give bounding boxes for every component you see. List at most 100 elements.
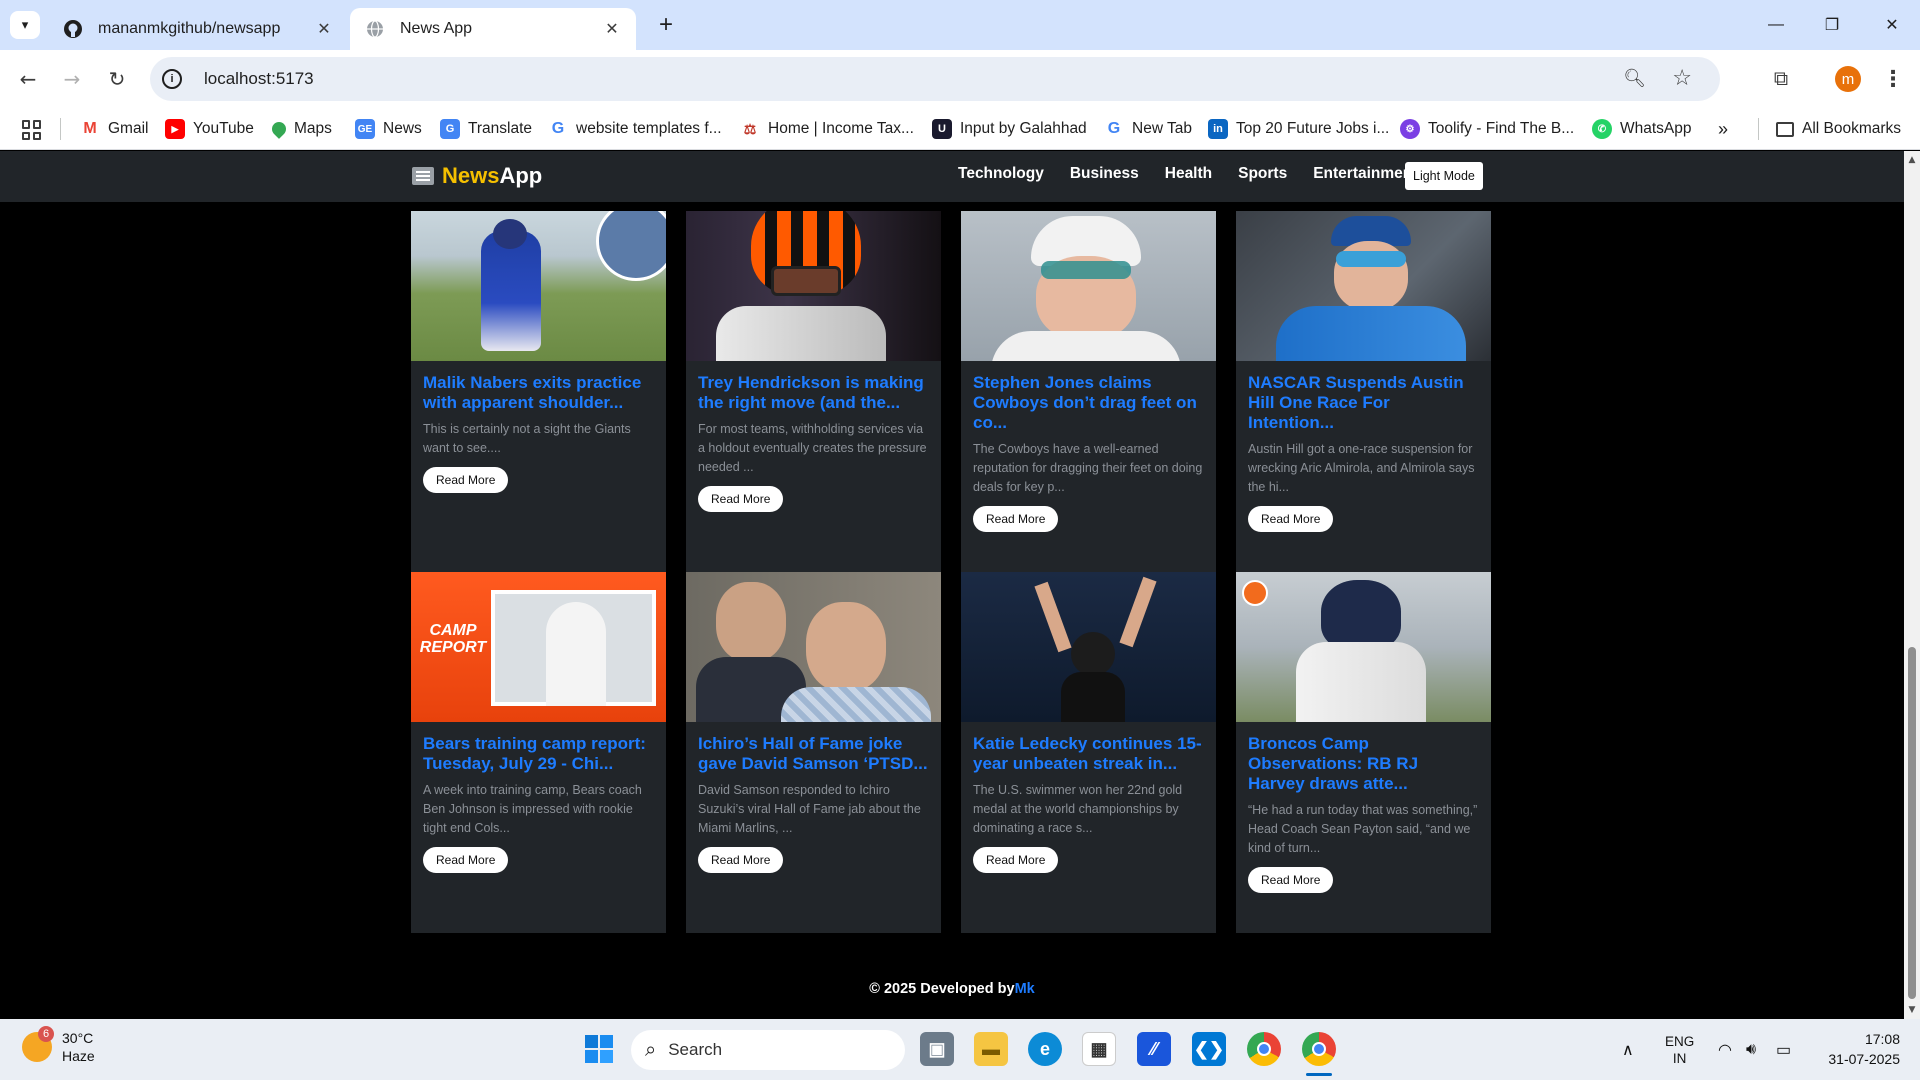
bookmark-news[interactable]: GE News <box>355 116 422 142</box>
divider <box>1758 118 1759 140</box>
nav-sports[interactable]: Sports <box>1238 165 1287 183</box>
more-menu-icon[interactable]: ⋮ <box>1880 64 1906 94</box>
article-image <box>961 211 1216 361</box>
apps-grid-icon[interactable] <box>22 120 42 140</box>
file-explorer-icon[interactable]: ▬ <box>974 1032 1008 1066</box>
article-title[interactable]: Ichiro’s Hall of Fame joke gave David Sa… <box>698 734 929 774</box>
bookmark-website-templates[interactable]: Gwebsite templates f... <box>548 116 722 142</box>
news-card: Ichiro’s Hall of Fame joke gave David Sa… <box>686 572 941 933</box>
more-bookmarks-chevron-icon[interactable]: » <box>1718 116 1728 142</box>
bookmark-label: Input by Galahhad <box>960 120 1087 137</box>
scrollbar-thumb[interactable] <box>1908 647 1916 999</box>
app-launcher-icon[interactable]: ⁄⁄ <box>1137 1032 1171 1066</box>
camp-report-graphic: CAMP REPORT <box>419 622 487 656</box>
bookmark-maps[interactable]: Maps <box>269 116 332 142</box>
article-title[interactable]: Bears training camp report: Tuesday, Jul… <box>423 734 654 774</box>
zoom-icon[interactable]: 🔍︎ <box>1623 68 1646 89</box>
news-card: NASCAR Suspends Austin Hill One Race For… <box>1236 211 1491 572</box>
footer-author-link[interactable]: Mk <box>1015 981 1035 997</box>
tab-news-app[interactable]: News App ✕ <box>350 8 636 50</box>
system-clock[interactable]: 17:08 31-07-2025 <box>1816 1029 1900 1069</box>
profile-avatar[interactable]: m <box>1835 66 1861 92</box>
close-window-icon[interactable]: ✕ <box>1864 0 1920 50</box>
bookmark-youtube[interactable]: ▶ YouTube <box>165 116 254 142</box>
url-text[interactable]: localhost:5173 <box>204 69 314 89</box>
page-viewport: News App Technology Business Health Sport… <box>0 151 1904 1019</box>
minimize-icon[interactable]: — <box>1748 0 1804 50</box>
language-line-2: IN <box>1672 1050 1687 1066</box>
scroll-up-icon[interactable]: ▲ <box>1907 155 1917 165</box>
chrome-profile-icon[interactable] <box>1302 1032 1336 1066</box>
bookmark-future-jobs[interactable]: in Top 20 Future Jobs i... <box>1208 116 1389 142</box>
read-more-button[interactable]: Read More <box>1248 867 1334 893</box>
tab-search-button[interactable]: ▾ <box>10 11 40 39</box>
bookmark-label: Maps <box>294 120 332 137</box>
article-description: This is certainly not a sight the Giants… <box>423 422 631 455</box>
bookmark-translate[interactable]: G Translate <box>440 116 532 142</box>
edge-icon[interactable]: e <box>1028 1032 1062 1066</box>
read-more-button[interactable]: Read More <box>973 506 1059 532</box>
article-description: A week into training camp, Bears coach B… <box>423 783 642 835</box>
bookmark-income-tax[interactable]: ⚖ Home | Income Tax... <box>740 116 914 142</box>
microsoft-store-icon[interactable]: ▦ <box>1082 1032 1116 1066</box>
page-scrollbar[interactable]: ▲ ▼ <box>1904 151 1920 1019</box>
article-title[interactable]: Trey Hendrickson is making the right mov… <box>698 373 929 413</box>
news-card: CAMP REPORT Bears training camp report: … <box>411 572 666 933</box>
read-more-button[interactable]: Read More <box>973 847 1059 873</box>
nav-entertainment[interactable]: Entertainment <box>1313 165 1417 183</box>
search-placeholder: Search <box>668 1040 723 1059</box>
read-more-button[interactable]: Read More <box>423 847 509 873</box>
search-icon: ⌕ <box>645 1038 657 1061</box>
close-tab-icon[interactable]: ✕ <box>602 19 622 39</box>
article-title[interactable]: Malik Nabers exits practice with apparen… <box>423 373 654 413</box>
google-icon: G <box>548 119 568 139</box>
forward-icon[interactable]: → <box>56 63 88 95</box>
bookmark-star-icon[interactable]: ☆ <box>1672 66 1692 91</box>
article-title[interactable]: NASCAR Suspends Austin Hill One Race For… <box>1248 373 1479 433</box>
task-view-icon[interactable]: ▣ <box>920 1032 954 1066</box>
restore-icon[interactable]: ❐ <box>1804 0 1860 50</box>
bookmark-toolify[interactable]: ⚙ Toolify - Find The B... <box>1400 116 1574 142</box>
nav-technology[interactable]: Technology <box>958 165 1044 183</box>
read-more-button[interactable]: Read More <box>698 486 784 512</box>
battery-icon[interactable]: ▭ <box>1776 1019 1791 1080</box>
bookmark-galahhad[interactable]: U Input by Galahhad <box>932 116 1087 142</box>
news-card: Trey Hendrickson is making the right mov… <box>686 211 941 572</box>
extensions-icon[interactable]: ⧉ <box>1766 63 1796 93</box>
article-description: The Cowboys have a well-earned reputatio… <box>973 442 1203 494</box>
chrome-icon[interactable] <box>1247 1032 1281 1066</box>
taskbar-search[interactable]: ⌕ Search <box>631 1030 905 1070</box>
bookmark-gmail[interactable]: M Gmail <box>80 116 148 142</box>
globe-icon <box>364 18 386 40</box>
close-tab-icon[interactable]: ✕ <box>314 19 334 39</box>
article-title[interactable]: Stephen Jones claims Cowboys don’t drag … <box>973 373 1204 433</box>
back-icon[interactable]: ← <box>12 63 44 95</box>
read-more-button[interactable]: Read More <box>1248 506 1334 532</box>
scroll-down-icon[interactable]: ▼ <box>1907 1005 1917 1015</box>
weather-widget[interactable]: 6 30°C Haze <box>22 1026 95 1065</box>
reload-icon[interactable]: ↻ <box>101 63 133 95</box>
volume-icon[interactable]: 🔊︎ <box>1746 1019 1756 1080</box>
address-bar[interactable]: i localhost:5173 🔍︎ ☆ <box>150 57 1720 101</box>
new-tab-button[interactable]: + <box>652 11 680 39</box>
wifi-icon[interactable]: ◠ <box>1718 1019 1732 1080</box>
site-info-icon[interactable]: i <box>162 69 182 89</box>
article-title[interactable]: Broncos Camp Observations: RB RJ Harvey … <box>1248 734 1479 794</box>
read-more-button[interactable]: Read More <box>423 467 509 493</box>
tray-overflow-chevron-icon[interactable]: ∧ <box>1622 1019 1634 1080</box>
tab-github[interactable]: mananmkgithub/newsapp ✕ <box>48 8 348 50</box>
article-description: Austin Hill got a one-race suspension fo… <box>1248 442 1475 494</box>
article-image <box>686 211 941 361</box>
article-title[interactable]: Katie Ledecky continues 15-year unbeaten… <box>973 734 1204 774</box>
read-more-button[interactable]: Read More <box>698 847 784 873</box>
bookmark-whatsapp[interactable]: ✆ WhatsApp <box>1592 116 1692 142</box>
bookmark-new-tab[interactable]: G New Tab <box>1104 116 1192 142</box>
all-bookmarks[interactable]: All Bookmarks <box>1776 116 1901 142</box>
nav-health[interactable]: Health <box>1165 165 1212 183</box>
windows-start-icon[interactable] <box>582 1032 616 1066</box>
vscode-icon[interactable]: ❮❯ <box>1192 1032 1226 1066</box>
light-mode-button[interactable]: Light Mode <box>1405 162 1483 190</box>
nav-business[interactable]: Business <box>1070 165 1139 183</box>
brand-logo[interactable]: News App <box>412 163 542 189</box>
language-indicator[interactable]: ENG IN <box>1665 1019 1694 1080</box>
